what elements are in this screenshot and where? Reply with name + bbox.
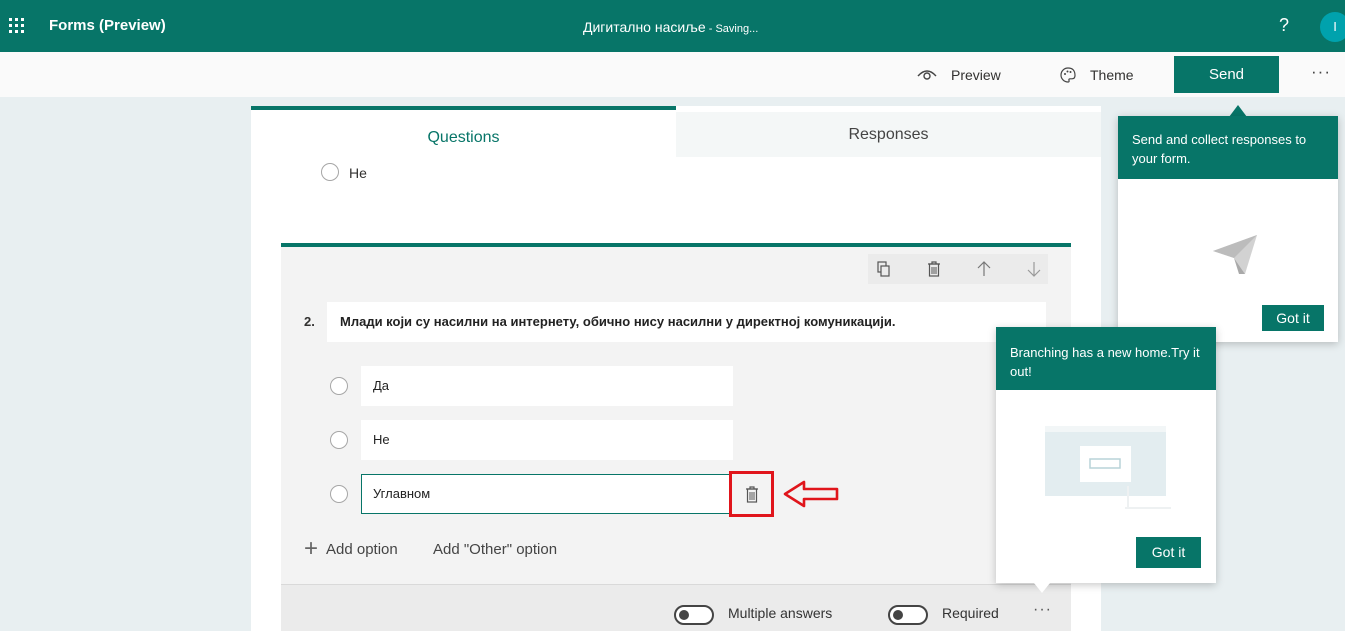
tab-questions[interactable]: Questions <box>251 106 676 157</box>
theme-label: Theme <box>1090 66 1134 83</box>
annotation-arrow <box>783 480 839 508</box>
add-option-button[interactable]: + Add option <box>304 535 398 562</box>
required-toggle[interactable] <box>888 605 928 625</box>
add-option-label: Add option <box>326 540 398 558</box>
delete-option-highlight <box>729 471 774 517</box>
title-separator: - <box>705 23 716 35</box>
send-got-it-button[interactable]: Got it <box>1262 305 1324 331</box>
branching-popover: Branching has a new home.Try it out! Got… <box>996 327 1216 583</box>
form-title: Дигитално насиље - Saving... <box>583 19 758 35</box>
branching-popover-caret <box>1034 583 1050 593</box>
paper-plane-icon <box>1213 235 1257 274</box>
palette-icon <box>1060 66 1076 83</box>
question-title-input[interactable]: Млади који су насилни на интернету, обич… <box>327 302 1046 342</box>
radio-option[interactable] <box>330 485 348 503</box>
branching-got-it-button[interactable]: Got it <box>1136 537 1201 568</box>
question-number: 2. <box>304 314 315 329</box>
question-more-icon[interactable]: ··· <box>1033 601 1052 619</box>
app-header: Forms (Preview) Дигитално насиље - Savin… <box>0 0 1345 52</box>
preview-button[interactable]: Preview <box>917 52 1001 97</box>
multiple-answers-label: Multiple answers <box>728 605 833 621</box>
radio-option[interactable] <box>321 163 339 181</box>
radio-option[interactable] <box>330 431 348 449</box>
branching-popover-text: Branching has a new home.Try it out! <box>996 327 1216 390</box>
branching-illustration <box>1045 426 1171 509</box>
eye-icon <box>917 69 937 80</box>
tab-responses[interactable]: Responses <box>676 112 1101 157</box>
form-title-text: Дигитално насиље <box>583 19 706 35</box>
option-input[interactable]: Не <box>361 420 733 460</box>
send-popover: Send and collect responses to your form.… <box>1118 116 1338 342</box>
option-label: Не <box>349 165 367 181</box>
copy-icon[interactable] <box>876 261 892 277</box>
add-other-option-button[interactable]: Add "Other" option <box>433 541 557 558</box>
avatar[interactable]: I <box>1320 12 1345 42</box>
theme-button[interactable]: Theme <box>1060 52 1134 97</box>
more-options-icon[interactable]: ··· <box>1311 62 1331 82</box>
radio-option[interactable] <box>330 377 348 395</box>
required-label: Required <box>942 605 999 621</box>
preview-label: Preview <box>951 66 1001 83</box>
help-icon[interactable]: ? <box>1279 15 1289 36</box>
save-status: Saving... <box>715 23 759 35</box>
send-popover-text: Send and collect responses to your form. <box>1118 116 1338 179</box>
plus-icon: + <box>304 535 319 562</box>
option-input[interactable]: Да <box>361 366 733 406</box>
move-up-icon[interactable] <box>976 261 992 277</box>
app-name[interactable]: Forms (Preview) <box>49 17 166 34</box>
delete-question-icon[interactable] <box>926 261 942 277</box>
send-button[interactable]: Send <box>1174 56 1279 93</box>
move-down-icon[interactable] <box>1026 261 1042 277</box>
app-launcher-icon[interactable] <box>9 18 25 34</box>
command-bar <box>0 52 1345 97</box>
multiple-answers-toggle[interactable] <box>674 605 714 625</box>
option-input-active[interactable]: Углавном <box>361 474 730 514</box>
question-toolbar <box>868 254 1048 284</box>
delete-option-icon[interactable] <box>744 486 760 503</box>
